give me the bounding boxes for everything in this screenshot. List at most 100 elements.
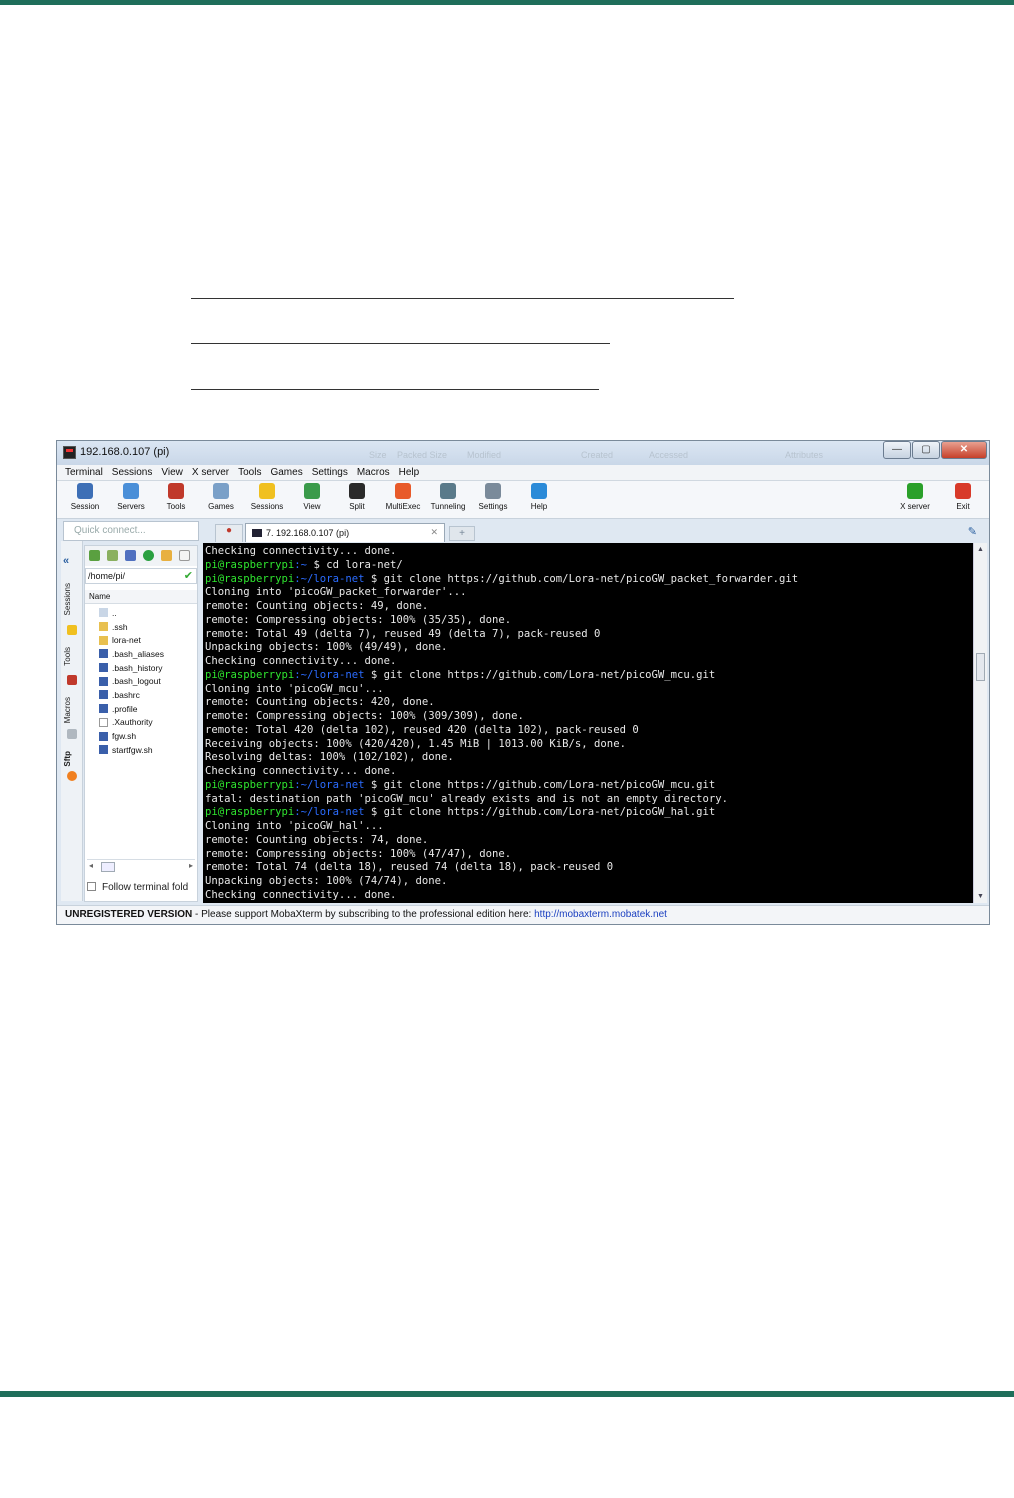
scroll-left-icon[interactable]: ◂ — [89, 861, 93, 870]
file-row[interactable]: .bashrc — [99, 688, 164, 702]
servers-icon — [123, 483, 139, 499]
side-tab-tools[interactable]: Tools — [63, 647, 72, 666]
refresh-icon[interactable] — [143, 550, 154, 561]
file-name: .bash_aliases — [112, 648, 164, 659]
prompt-dir: :~/lora-net — [294, 778, 365, 791]
parent-folder-icon[interactable] — [89, 550, 100, 561]
prompt-user: pi@raspberrypi — [205, 572, 295, 585]
prompt-dir: :~ — [294, 558, 308, 571]
terminal-line: Cloning into 'picoGW_packet_forwarder'..… — [205, 586, 467, 599]
games-button[interactable]: Games — [199, 483, 243, 511]
follow-terminal-checkbox[interactable]: Follow terminal fold — [87, 882, 188, 893]
toolbar-label: Settings — [478, 502, 508, 511]
scroll-thumb[interactable] — [976, 653, 985, 681]
sftp-path-input[interactable]: /home/pi/ ✔ — [85, 568, 197, 584]
side-tab-macros[interactable]: Macros — [63, 697, 72, 723]
terminal-line: pi@raspberrypi:~/lora-net $ git clone ht… — [205, 806, 973, 820]
terminal-output[interactable]: Checking connectivity... done. pi@raspber… — [203, 543, 973, 903]
terminal-icon — [252, 529, 262, 537]
x-server-button[interactable]: X server — [893, 483, 937, 511]
new-file-icon[interactable] — [179, 550, 190, 561]
title-bar[interactable]: 192.168.0.107 (pi) Size Packed Size Modi… — [57, 441, 989, 465]
file-name: .profile — [112, 703, 138, 714]
help-button[interactable]: Help — [517, 483, 561, 511]
file-row[interactable]: .bash_history — [99, 661, 164, 675]
tab-session[interactable]: 7. 192.168.0.107 (pi) ✕ — [245, 523, 445, 542]
scroll-up-icon[interactable]: ▲ — [977, 546, 984, 553]
file-row[interactable]: .. — [99, 606, 164, 620]
menu-tools[interactable]: Tools — [238, 465, 261, 480]
file-row[interactable]: lora-net — [99, 633, 164, 647]
file-row[interactable]: fgw.sh — [99, 729, 164, 743]
upload-icon[interactable] — [125, 550, 136, 561]
checkbox-icon[interactable] — [87, 882, 96, 891]
prompt-user: pi@raspberrypi — [205, 806, 295, 819]
view-button[interactable]: View — [290, 483, 334, 511]
new-folder-icon[interactable] — [161, 550, 172, 561]
menu-x-server[interactable]: X server — [192, 465, 229, 480]
home-tab[interactable]: ● — [215, 524, 243, 542]
settings-icon — [485, 483, 501, 499]
attach-icon[interactable]: ✎ — [968, 525, 977, 538]
sessions-button[interactable]: Sessions — [245, 483, 289, 511]
minimize-button[interactable]: — — [883, 441, 911, 459]
scroll-down-icon[interactable]: ▼ — [977, 893, 984, 900]
file-row[interactable]: .Xauthority — [99, 716, 164, 730]
split-button[interactable]: Split — [335, 483, 379, 511]
menu-settings[interactable]: Settings — [312, 465, 348, 480]
menu-games[interactable]: Games — [270, 465, 302, 480]
menu-sessions[interactable]: Sessions — [112, 465, 153, 480]
file-row[interactable]: .bash_aliases — [99, 647, 164, 661]
quick-connect-input[interactable]: Quick connect... — [63, 521, 199, 541]
file-icon — [99, 731, 108, 741]
ghost-header: Size — [369, 450, 387, 460]
terminal-scrollbar[interactable]: ▲ ▼ — [973, 543, 987, 903]
tab-strip: ● 7. 192.168.0.107 (pi) ✕ + ✎ — [209, 523, 989, 542]
exit-icon — [955, 483, 971, 499]
tools-button[interactable]: Tools — [154, 483, 198, 511]
settings-button[interactable]: Settings — [471, 483, 515, 511]
maximize-button[interactable]: ▢ — [912, 441, 940, 459]
new-tab-button[interactable]: + — [449, 526, 475, 541]
close-button[interactable]: ✕ — [941, 441, 987, 459]
download-icon[interactable] — [107, 550, 118, 561]
parent-dir-icon — [99, 608, 108, 618]
column-header-name[interactable]: Name — [85, 590, 197, 604]
collapse-icon[interactable]: « — [63, 555, 69, 567]
prompt-user: pi@raspberrypi — [205, 668, 295, 681]
terminal-line: pi@raspberrypi:~/lora-net $ git clone ht… — [205, 669, 973, 683]
file-name: .Xauthority — [112, 717, 153, 728]
command: $ git clone https://github.com/Lora-net/… — [364, 572, 799, 585]
menu-help[interactable]: Help — [399, 465, 420, 480]
mobatek-link[interactable]: http://mobaxterm.mobatek.net — [534, 909, 667, 920]
tunneling-button[interactable]: Tunneling — [426, 483, 470, 511]
session-button[interactable]: Session — [63, 483, 107, 511]
side-tab-sessions[interactable]: Sessions — [63, 583, 72, 615]
toolbar-label: Split — [349, 502, 365, 511]
tab-close-icon[interactable]: ✕ — [430, 527, 438, 538]
games-icon — [213, 483, 229, 499]
scroll-right-icon[interactable]: ▸ — [189, 861, 193, 870]
file-row[interactable]: .ssh — [99, 620, 164, 634]
file-row[interactable]: startfgw.sh — [99, 743, 164, 757]
menu-view[interactable]: View — [161, 465, 183, 480]
servers-button[interactable]: Servers — [109, 483, 153, 511]
bottom-rule — [0, 1391, 1014, 1397]
terminal-line: Unpacking objects: 100% (49/49), done. — [205, 641, 448, 654]
menu-terminal[interactable]: Terminal — [65, 465, 103, 480]
session-icon — [77, 483, 93, 499]
file-row[interactable]: .profile — [99, 702, 164, 716]
underline-link-1 — [191, 298, 734, 299]
checkmark-icon[interactable]: ✔ — [184, 569, 193, 582]
toolbar-label: Help — [530, 502, 548, 511]
toolbar-label: Tunneling — [430, 502, 466, 511]
side-tab-sftp[interactable]: Sftp — [63, 751, 72, 767]
sftp-path: /home/pi/ — [88, 571, 126, 581]
exit-button[interactable]: Exit — [941, 483, 985, 511]
horizontal-scrollbar[interactable]: ◂ ▸ — [87, 859, 195, 873]
file-row[interactable]: .bash_logout — [99, 674, 164, 688]
multiexec-button[interactable]: MultiExec — [381, 483, 425, 511]
menu-macros[interactable]: Macros — [357, 465, 390, 480]
scroll-thumb[interactable] — [101, 862, 115, 872]
terminal-line: remote: Counting objects: 420, done. — [205, 696, 435, 709]
